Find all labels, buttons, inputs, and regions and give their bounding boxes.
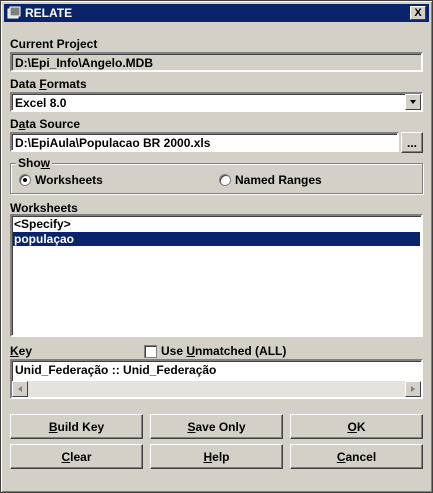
- chevron-down-icon: [410, 100, 416, 104]
- chevron-left-icon: [18, 386, 22, 392]
- cancel-button[interactable]: Cancel: [290, 444, 423, 469]
- key-label: Key: [10, 344, 33, 358]
- key-textbox[interactable]: Unid_Federação :: Unid_Federação: [10, 359, 423, 399]
- build-key-button[interactable]: Build Key: [10, 414, 143, 439]
- app-icon: [7, 6, 21, 19]
- title-bar[interactable]: RELATE X: [4, 4, 429, 22]
- chevron-right-icon: [411, 386, 415, 392]
- close-button[interactable]: X: [410, 6, 426, 20]
- data-formats-value: Excel 8.0: [15, 96, 67, 110]
- worksheets-radio[interactable]: [19, 174, 31, 186]
- scroll-left-button[interactable]: [12, 381, 28, 397]
- data-source-input[interactable]: D:\EpiAula\Populacao BR 2000.xls: [10, 132, 399, 152]
- horizontal-scrollbar[interactable]: [12, 381, 421, 397]
- data-formats-select[interactable]: Excel 8.0: [10, 92, 423, 112]
- data-source-label: Data Source: [10, 117, 81, 131]
- scroll-right-button[interactable]: [405, 381, 421, 397]
- worksheets-label: Worksheets: [10, 201, 78, 215]
- current-project-field: D:\Epi_Info\Angelo.MDB: [10, 52, 423, 72]
- clear-button[interactable]: Clear: [10, 444, 143, 469]
- ok-button[interactable]: OK: [290, 414, 423, 439]
- radio-selected-dot: [23, 178, 27, 182]
- dropdown-arrow-button[interactable]: [405, 94, 421, 110]
- list-item[interactable]: <Specify>: [13, 217, 420, 231]
- current-project-value: D:\Epi_Info\Angelo.MDB: [15, 56, 153, 70]
- named-ranges-radio[interactable]: [219, 174, 231, 186]
- show-label: Show: [16, 156, 53, 170]
- window-title: RELATE: [25, 6, 73, 20]
- use-unmatched-checkbox[interactable]: [144, 345, 157, 358]
- relate-dialog: RELATE X Current Project D:\Epi_Info\Ang…: [0, 0, 433, 493]
- save-only-button[interactable]: Save Only: [150, 414, 283, 439]
- help-button[interactable]: Help: [150, 444, 283, 469]
- list-item-selected[interactable]: populaçao: [13, 232, 420, 246]
- data-source-value: D:\EpiAula\Populacao BR 2000.xls: [15, 136, 211, 150]
- named-ranges-radio-label[interactable]: Named Ranges: [235, 173, 322, 187]
- worksheets-radio-label[interactable]: Worksheets: [35, 173, 103, 187]
- worksheets-listbox[interactable]: <Specify> populaçao: [10, 214, 423, 337]
- current-project-label: Current Project: [10, 37, 98, 51]
- use-unmatched-label[interactable]: Use Unmatched (ALL): [161, 344, 286, 358]
- browse-button[interactable]: ...: [401, 132, 423, 153]
- data-formats-label: Data Formats: [10, 77, 87, 91]
- key-value: Unid_Federação :: Unid_Federação: [15, 363, 217, 377]
